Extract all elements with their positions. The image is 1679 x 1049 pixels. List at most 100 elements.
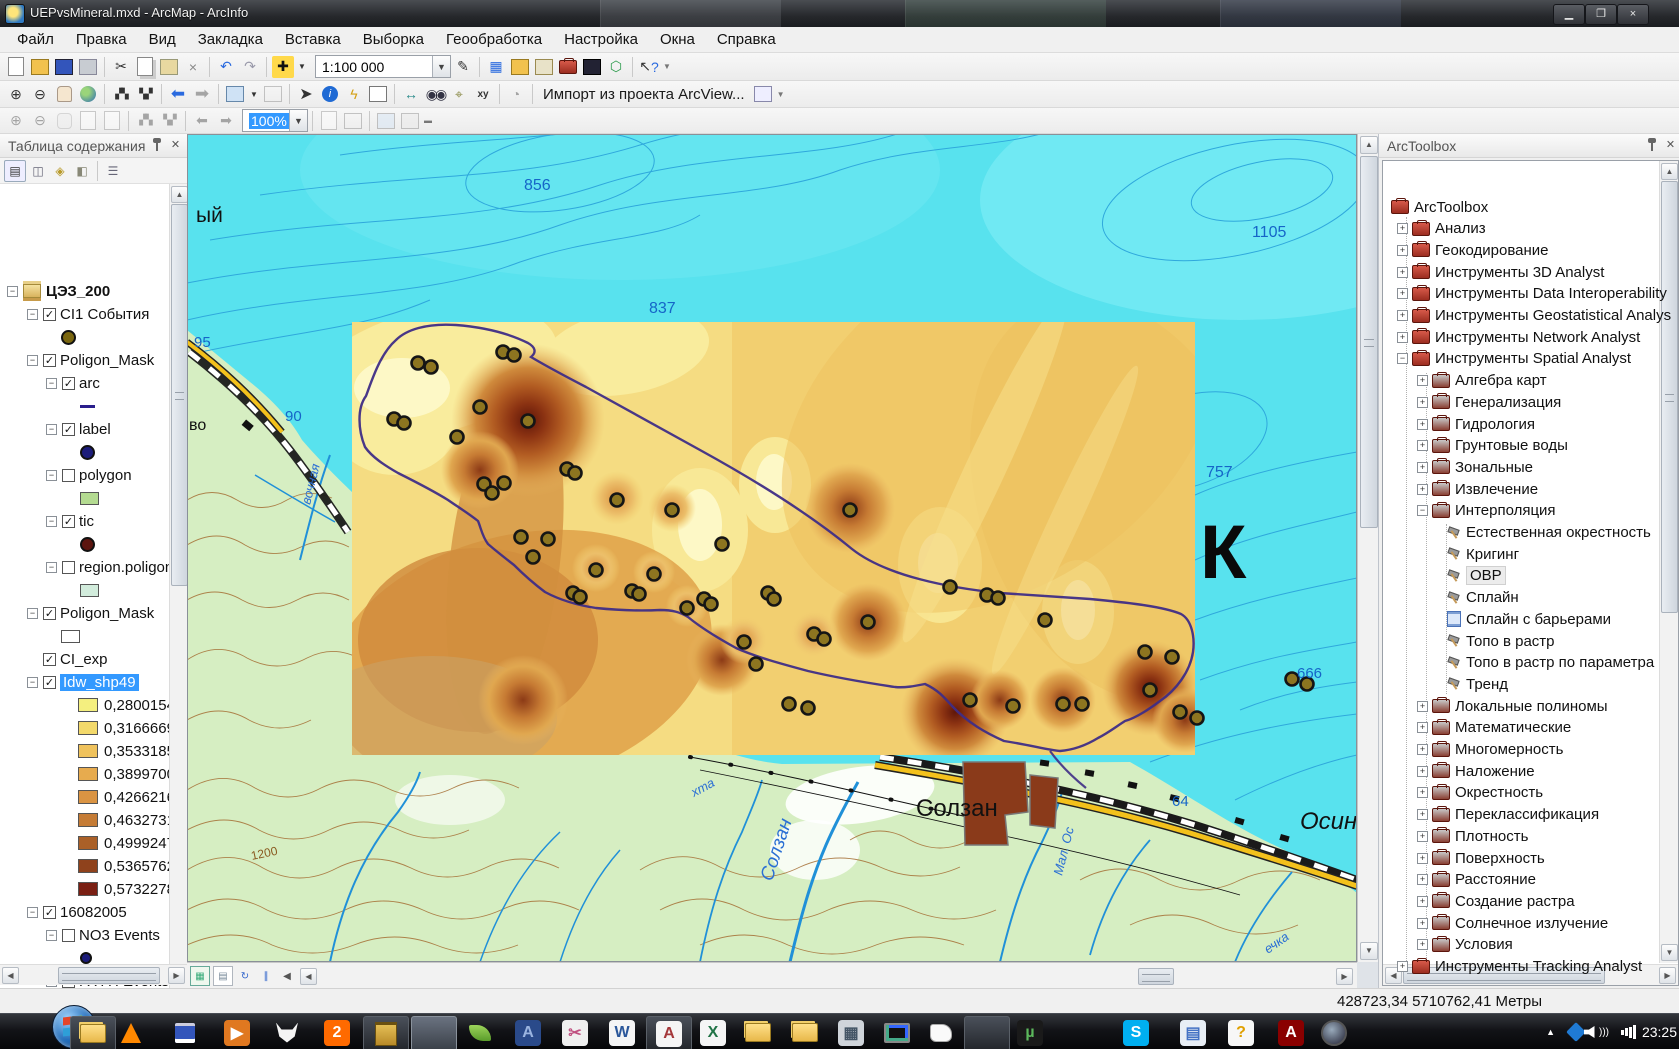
layout-zoom-out-icon[interactable]: ⊖: [29, 110, 51, 132]
utorrent-icon[interactable]: µ: [1008, 1016, 1052, 1049]
menu-item-4[interactable]: Вставка: [274, 28, 352, 51]
network-signal-icon[interactable]: [1621, 1014, 1637, 1049]
coreldraw-icon[interactable]: [458, 1016, 502, 1049]
toc-row[interactable]: −region.poligon: [0, 556, 169, 578]
list-by-drawing-order-icon[interactable]: ▤: [4, 160, 26, 182]
toc-row[interactable]: −ЦЭЗ_200: [0, 280, 110, 302]
fixed-zoom-out-icon[interactable]: ▚▞: [134, 83, 156, 105]
back-extent-icon[interactable]: ⬅: [167, 83, 189, 105]
expander-icon[interactable]: −: [7, 286, 18, 297]
focus-dataframe-icon[interactable]: [342, 110, 364, 132]
media-player-icon[interactable]: ▶: [215, 1016, 259, 1049]
import-window-icon[interactable]: [752, 83, 774, 105]
toolbox-row[interactable]: +Анализ: [1383, 219, 1486, 239]
layer-checkbox[interactable]: ✓: [62, 377, 75, 390]
toc-row[interactable]: 0,573227823 -: [0, 878, 169, 900]
toolbox-row[interactable]: Естественная окрестность: [1383, 523, 1651, 543]
layout-fixed-zoom-in-icon[interactable]: ▞▚: [134, 110, 156, 132]
layer-checkbox[interactable]: ✓: [43, 906, 56, 919]
toolbox-row[interactable]: +Локальные полиномы: [1383, 696, 1608, 716]
toolbox-row[interactable]: +Геокодирование: [1383, 240, 1549, 260]
layer-checkbox[interactable]: ✓: [62, 515, 75, 528]
arccatalog-icon[interactable]: [736, 1016, 780, 1049]
undo-icon[interactable]: ↶: [215, 56, 237, 78]
expander-icon[interactable]: +: [1417, 874, 1428, 885]
toolbox-row[interactable]: Топо в растр по параметра: [1383, 653, 1654, 673]
blue-app-icon[interactable]: A: [506, 1016, 550, 1049]
toolbox-row[interactable]: Топо в растр: [1383, 631, 1555, 651]
copy-icon[interactable]: [134, 56, 156, 78]
expander-icon[interactable]: +: [1417, 484, 1428, 495]
menu-item-2[interactable]: Вид: [138, 28, 187, 51]
toc-row[interactable]: [0, 395, 95, 417]
delete-icon[interactable]: ×: [182, 56, 204, 78]
toolbox-row[interactable]: Сплайн: [1383, 588, 1519, 608]
back-icon[interactable]: ◀: [278, 967, 296, 985]
toolbox-row[interactable]: +Поверхность: [1383, 848, 1545, 868]
calculator-icon[interactable]: ▦: [829, 1016, 873, 1049]
data-view-button[interactable]: ▦: [190, 966, 210, 986]
toolbox-row[interactable]: Тренд: [1383, 674, 1508, 694]
expander-icon[interactable]: +: [1397, 245, 1408, 256]
toolbar-overflow-icon[interactable]: ▼: [776, 83, 786, 105]
toc-row[interactable]: −✓tic: [0, 510, 94, 532]
presentation-icon[interactable]: ▤: [1171, 1016, 1215, 1049]
layer-checkbox[interactable]: ✓: [43, 653, 56, 666]
change-layout-icon[interactable]: [375, 110, 397, 132]
help-file-icon[interactable]: ?: [1219, 1016, 1263, 1049]
add-catalog-icon[interactable]: [509, 56, 531, 78]
map-horizontal-scrollbar[interactable]: ◀ ▶: [300, 966, 1353, 986]
toc-row[interactable]: −✓Poligon_Mask: [0, 349, 154, 371]
map-scale-combo[interactable]: 1:100 000 ▼: [315, 55, 451, 78]
toolbox-row[interactable]: +Зональные: [1383, 457, 1533, 477]
expander-icon[interactable]: +: [1417, 896, 1428, 907]
layer-checkbox[interactable]: [62, 561, 75, 574]
excel-icon[interactable]: X: [691, 1016, 735, 1049]
word-icon[interactable]: W: [600, 1016, 644, 1049]
layout-full-page-icon[interactable]: [77, 110, 99, 132]
python-window-icon[interactable]: [581, 56, 603, 78]
toc-row[interactable]: −✓label: [0, 418, 111, 440]
toggle-draft-icon[interactable]: [318, 110, 340, 132]
expander-icon[interactable]: −: [46, 562, 57, 573]
floppy-icon[interactable]: [163, 1016, 207, 1049]
toolbox-row[interactable]: +Генерализация: [1383, 392, 1561, 412]
toc-row[interactable]: [0, 533, 95, 555]
toolbar-overflow-icon[interactable]: ▼: [662, 56, 672, 78]
new-document-icon[interactable]: [5, 56, 27, 78]
arctoolbox-vertical-scrollbar[interactable]: ▲ ▼: [1659, 161, 1678, 963]
toc-row[interactable]: 0,353318512 -: [0, 740, 169, 762]
expander-icon[interactable]: +: [1397, 267, 1408, 278]
expander-icon[interactable]: +: [1417, 918, 1428, 929]
layout-back-icon[interactable]: ⬅: [191, 110, 213, 132]
layer-checkbox[interactable]: ✓: [62, 423, 75, 436]
toolbox-row[interactable]: +Расстояние: [1383, 870, 1536, 890]
expander-icon[interactable]: +: [1397, 332, 1408, 343]
toolbox-row[interactable]: +Условия: [1383, 935, 1513, 955]
find-binoculars-icon[interactable]: ◉◉: [424, 83, 446, 105]
layout-fixed-zoom-out-icon[interactable]: ▚▞: [158, 110, 180, 132]
toc-row[interactable]: [0, 441, 95, 463]
expander-icon[interactable]: +: [1397, 310, 1408, 321]
toolbox-row[interactable]: +Алгебра карт: [1383, 371, 1547, 391]
toolbox-row[interactable]: ОВР: [1383, 566, 1506, 586]
expander-icon[interactable]: +: [1397, 961, 1408, 972]
toc-row[interactable]: 0,316666961 -: [0, 717, 169, 739]
layout-zoom-in-icon[interactable]: ⊕: [5, 110, 27, 132]
catalog-icon[interactable]: [533, 56, 555, 78]
list-by-selection-icon[interactable]: ◧: [72, 161, 92, 181]
toolbox-row[interactable]: +Грунтовые воды: [1383, 436, 1568, 456]
paste-icon[interactable]: [158, 56, 180, 78]
toolbox-row[interactable]: +Многомерность: [1383, 740, 1563, 760]
toc-row[interactable]: 0,426621616 -: [0, 786, 169, 808]
toolbox-row[interactable]: +Инструменты Data Interoperability: [1383, 284, 1667, 304]
go-to-icon[interactable]: ⌖: [448, 83, 470, 105]
toc-row[interactable]: 0,389970064 -: [0, 763, 169, 785]
minimize-button[interactable]: ▁: [1553, 4, 1585, 25]
close-button[interactable]: ×: [1617, 4, 1649, 25]
foobar-icon[interactable]: [265, 1016, 309, 1049]
toc-vertical-scrollbar[interactable]: ▲ ▼: [169, 184, 188, 1049]
toc-row[interactable]: −✓Poligon_Mask: [0, 602, 154, 624]
pin-icon[interactable]: [156, 142, 158, 151]
tray-expand-icon[interactable]: ▲: [1546, 1014, 1555, 1049]
